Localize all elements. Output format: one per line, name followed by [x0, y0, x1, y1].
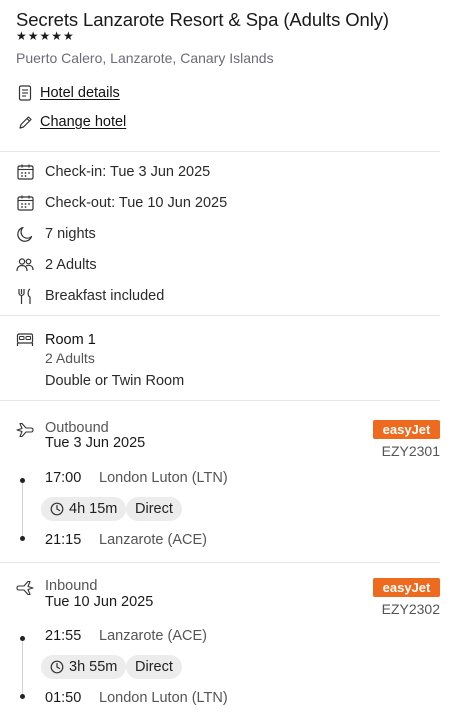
board-text: Breakfast included: [45, 288, 165, 304]
board-row: Breakfast included: [16, 285, 164, 307]
outbound-label: Outbound: [45, 420, 109, 436]
nights-text: 7 nights: [45, 226, 96, 242]
outbound-depart-time: 17:00: [45, 470, 82, 486]
divider: [0, 151, 440, 152]
stops-pill: Direct: [126, 497, 182, 521]
bed-icon: [16, 333, 34, 347]
outbound-date: Tue 3 Jun 2025: [45, 435, 146, 451]
calendar-icon: [16, 194, 34, 212]
check-in-row: Check-in: Tue 3 Jun 2025: [16, 161, 210, 183]
change-hotel-link[interactable]: Change hotel: [40, 114, 126, 130]
guests-text: 2 Adults: [45, 257, 97, 273]
moon-icon: [16, 225, 34, 243]
inbound-date: Tue 10 Jun 2025: [45, 594, 154, 610]
hotel-details-link[interactable]: Hotel details: [40, 85, 120, 101]
divider: [0, 400, 440, 401]
stops-pill: Direct: [126, 655, 182, 679]
easyjet-logo: easyJet: [373, 420, 440, 439]
check-in-text: Check-in: Tue 3 Jun 2025: [45, 164, 211, 180]
room-title: Room 1: [45, 332, 96, 348]
clock-icon: [50, 660, 64, 674]
stops-text: Direct: [135, 501, 173, 517]
easyjet-logo: easyJet: [373, 578, 440, 597]
clock-icon: [50, 502, 64, 516]
timeline-dot: [20, 636, 25, 641]
plane-arrival-icon: [16, 579, 34, 597]
inbound-flight-number: EZY2302: [381, 601, 440, 617]
hotel-details-row[interactable]: Hotel details: [16, 83, 120, 103]
check-out-text: Check-out: Tue 10 Jun 2025: [45, 195, 228, 211]
divider: [0, 562, 440, 563]
inbound-arrive-airport: London Luton (LTN): [99, 690, 228, 706]
inbound-label: Inbound: [45, 578, 98, 594]
duration-pill: 3h 55m: [41, 655, 127, 679]
guests-row: 2 Adults: [16, 254, 97, 276]
timeline-dot: [20, 478, 25, 483]
duration-text: 4h 15m: [69, 501, 118, 517]
hotel-location: Puerto Calero, Lanzarote, Canary Islands: [16, 50, 274, 66]
outbound-arrive-airport: Lanzarote (ACE): [99, 532, 207, 548]
calendar-icon: [16, 163, 34, 181]
people-icon: [16, 256, 34, 274]
document-icon: [16, 84, 34, 102]
check-out-row: Check-out: Tue 10 Jun 2025: [16, 192, 227, 214]
duration-pill: 4h 15m: [41, 497, 127, 521]
inbound-timeline: [22, 636, 23, 698]
hotel-name: Secrets Lanzarote Resort & Spa (Adults O…: [16, 9, 389, 30]
plane-departure-icon: [16, 421, 34, 439]
inbound-arrive-time: 01:50: [45, 690, 82, 706]
outbound-flight-number: EZY2301: [381, 443, 440, 459]
timeline-dot: [20, 536, 25, 541]
star-rating: ★★★★★: [16, 29, 75, 43]
room-type: Double or Twin Room: [45, 373, 185, 389]
duration-text: 3h 55m: [69, 659, 118, 675]
outbound-arrive-time: 21:15: [45, 532, 82, 548]
inbound-depart-time: 21:55: [45, 628, 82, 644]
cutlery-icon: [16, 287, 34, 305]
outbound-depart-airport: London Luton (LTN): [99, 470, 228, 486]
change-hotel-row[interactable]: Change hotel: [16, 112, 126, 132]
outbound-timeline: [22, 478, 23, 540]
divider: [0, 315, 440, 316]
stops-text: Direct: [135, 659, 173, 675]
pencil-icon: [16, 113, 34, 131]
inbound-depart-airport: Lanzarote (ACE): [99, 628, 207, 644]
nights-row: 7 nights: [16, 223, 96, 245]
room-guests: 2 Adults: [45, 350, 95, 366]
timeline-dot: [20, 694, 25, 699]
